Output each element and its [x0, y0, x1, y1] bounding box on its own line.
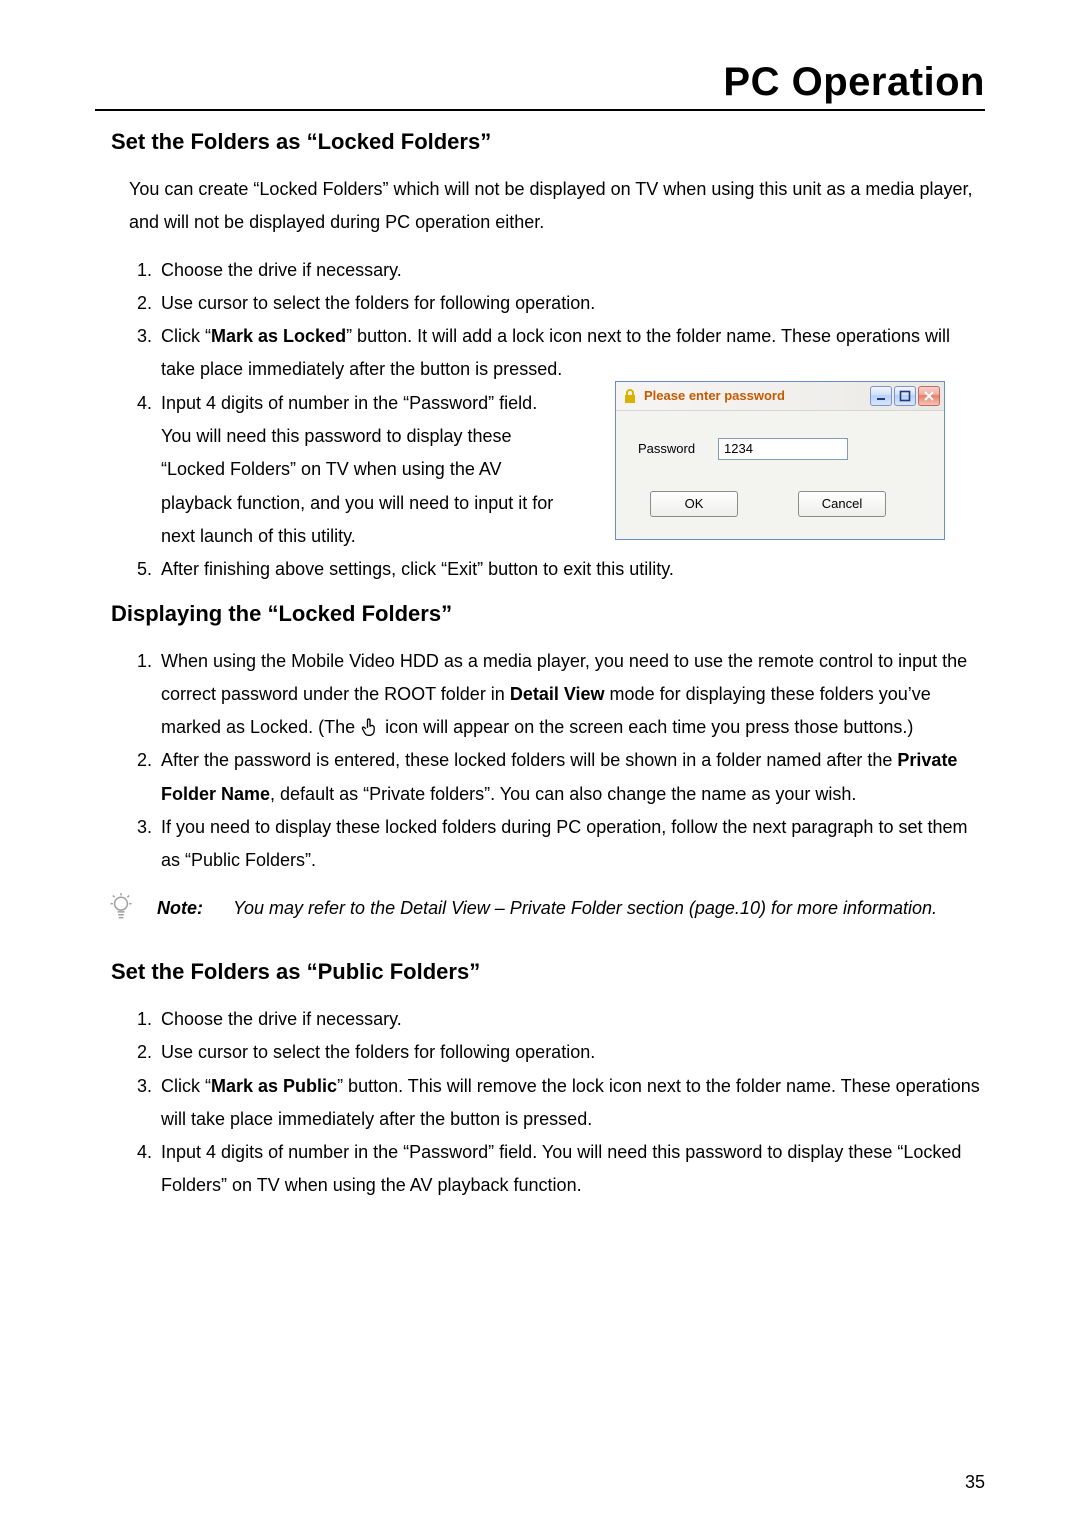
locked-step-1: Choose the drive if necessary. — [157, 254, 985, 287]
list-item-text: Click “ — [161, 326, 211, 346]
maximize-button[interactable] — [894, 386, 916, 406]
public-step-2: Use cursor to select the folders for fol… — [157, 1036, 985, 1069]
list-item-text: Use cursor to select the folders for fol… — [161, 1042, 595, 1062]
cancel-button[interactable]: Cancel — [798, 491, 886, 517]
section-heading-display: Displaying the “Locked Folders” — [111, 601, 985, 627]
bold-term: Detail View — [510, 684, 605, 704]
list-item-text: Use cursor to select the folders for fol… — [161, 293, 595, 313]
lock-icon — [622, 388, 638, 404]
bold-term: Mark as Public — [211, 1076, 337, 1096]
minimize-button[interactable] — [870, 386, 892, 406]
note-label: Note: — [157, 892, 203, 925]
public-step-1: Choose the drive if necessary. — [157, 1003, 985, 1036]
display-step-3: If you need to display these locked fold… — [157, 811, 985, 878]
dialog-title: Please enter password — [644, 384, 870, 408]
list-item-text: , default as “Private folders”. You can … — [270, 784, 856, 804]
public-steps: Choose the drive if necessary. Use curso… — [111, 1003, 985, 1203]
display-step-2: After the password is entered, these loc… — [157, 744, 985, 811]
list-item-text: Choose the drive if necessary. — [161, 260, 402, 280]
locked-step-5: After finishing above settings, click “E… — [157, 553, 985, 586]
locked-step-2: Use cursor to select the folders for fol… — [157, 287, 985, 320]
note-text: You may refer to the Detail View – Priva… — [233, 892, 937, 925]
intro-text: You can create “Locked Folders” which wi… — [129, 173, 985, 240]
note: Note: You may refer to the Detail View –… — [107, 892, 985, 925]
password-input[interactable] — [718, 438, 848, 460]
dialog-titlebar[interactable]: Please enter password — [616, 382, 944, 411]
ok-button[interactable]: OK — [650, 491, 738, 517]
list-item-text: After the password is entered, these loc… — [161, 750, 897, 770]
chapter-title: PC Operation — [95, 60, 985, 111]
page-number: 35 — [965, 1472, 985, 1493]
lightbulb-icon — [107, 892, 135, 920]
locked-step-4: Input 4 digits of number in the “Passwor… — [157, 387, 985, 553]
hand-icon — [360, 717, 385, 737]
list-item-text: Click “ — [161, 1076, 211, 1096]
display-step-1: When using the Mobile Video HDD as a med… — [157, 645, 985, 745]
password-dialog: Please enter password — [615, 381, 945, 540]
section-heading-locked: Set the Folders as “Locked Folders” — [111, 129, 985, 155]
section-heading-public: Set the Folders as “Public Folders” — [111, 959, 985, 985]
bold-term: Mark as Locked — [211, 326, 346, 346]
list-item-text: Input 4 digits of number in the “Passwor… — [161, 393, 553, 546]
list-item-text: icon will appear on the screen each time… — [385, 717, 913, 737]
list-item-text: After finishing above settings, click “E… — [161, 559, 674, 579]
locked-step-3: Click “Mark as Locked” button. It will a… — [157, 320, 985, 387]
public-step-4: Input 4 digits of number in the “Passwor… — [157, 1136, 985, 1203]
list-item-text: Choose the drive if necessary. — [161, 1009, 402, 1029]
close-button[interactable] — [918, 386, 940, 406]
list-item-text: Input 4 digits of number in the “Passwor… — [161, 1142, 961, 1195]
locked-steps: Choose the drive if necessary. Use curso… — [111, 254, 985, 587]
list-item-text: If you need to display these locked fold… — [161, 817, 967, 870]
public-step-3: Click “Mark as Public” button. This will… — [157, 1070, 985, 1137]
display-steps: When using the Mobile Video HDD as a med… — [111, 645, 985, 878]
password-label: Password — [638, 437, 718, 461]
